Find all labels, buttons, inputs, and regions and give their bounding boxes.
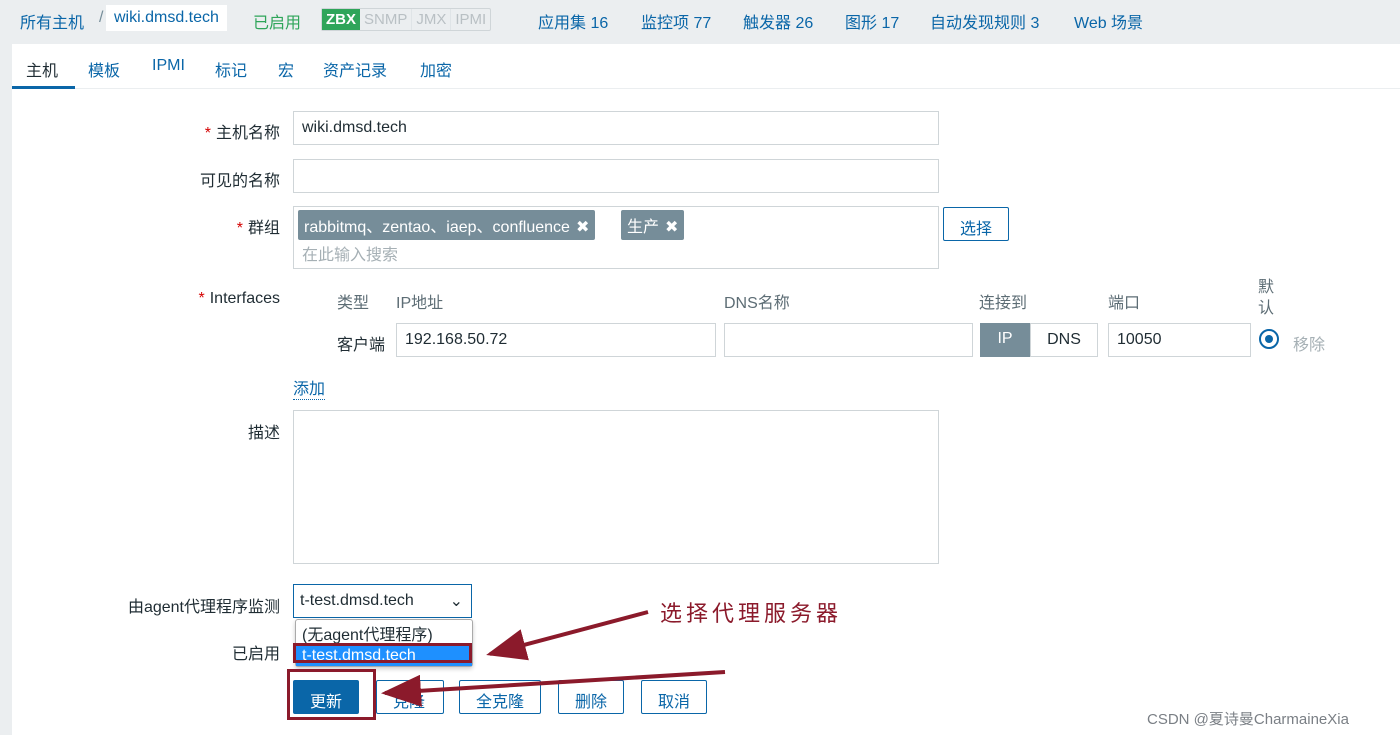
- visible-name-input[interactable]: [293, 159, 939, 193]
- availability-badges: ZBX SNMP JMX IPMI: [321, 8, 492, 31]
- remove-interface-link[interactable]: 移除: [1293, 331, 1325, 355]
- host-header-bar: 所有主机 / wiki.dmsd.tech 已启用 ZBX SNMP JMX IPMI…: [0, 0, 1400, 40]
- iface-port-input[interactable]: 10050: [1108, 323, 1251, 357]
- badge-zbx: ZBX: [322, 9, 360, 30]
- connect-ip-toggle[interactable]: IP: [980, 323, 1030, 357]
- group-tag: 生产 ✖: [621, 210, 685, 240]
- enabled-label: 已启用: [231, 646, 280, 663]
- default-interface-radio[interactable]: [1259, 329, 1279, 349]
- full-clone-button[interactable]: 全克隆: [459, 680, 542, 714]
- groups-multiselect[interactable]: rabbitmq、zentao、iaep、confluence ✖ 生产 ✖ 在此输…: [293, 206, 939, 269]
- description-label: 描述: [247, 425, 280, 442]
- remove-tag-icon[interactable]: ✖: [576, 219, 589, 236]
- link-discovery-rules[interactable]: 自动发现规则 3: [930, 9, 1039, 33]
- tab-bar: 主机 模板 IPMI 标记 宏 资产记录 加密: [12, 44, 1400, 89]
- remove-tag-icon[interactable]: ✖: [665, 219, 678, 236]
- group-tag: rabbitmq、zentao、iaep、confluence ✖: [298, 210, 596, 240]
- groups-search-input[interactable]: 在此输入搜索: [302, 241, 398, 265]
- tab-host[interactable]: 主机: [26, 57, 58, 81]
- proxy-label: 由agent代理程序监测: [127, 599, 280, 616]
- badge-jmx: JMX: [411, 9, 450, 30]
- breadcrumb-current-host[interactable]: wiki.dmsd.tech: [106, 5, 227, 31]
- active-tab-indicator: [12, 86, 75, 89]
- tab-encryption[interactable]: 加密: [420, 57, 452, 81]
- host-status-enabled[interactable]: 已启用: [253, 9, 301, 33]
- badge-ipmi: IPMI: [450, 9, 490, 30]
- delete-button[interactable]: 删除: [558, 680, 625, 714]
- description-textarea[interactable]: [293, 410, 939, 564]
- iface-header-type: 类型: [337, 295, 370, 312]
- link-graphs[interactable]: 图形 17: [845, 9, 899, 33]
- badge-snmp: SNMP: [364, 11, 408, 28]
- form-panel: [12, 44, 1400, 735]
- iface-header-port: 端口: [1108, 295, 1141, 312]
- breadcrumb-all-hosts[interactable]: 所有主机: [20, 9, 84, 33]
- iface-ip-input[interactable]: 192.168.50.72: [396, 323, 716, 357]
- host-name-input[interactable]: wiki.dmsd.tech: [293, 111, 939, 145]
- annotation-highlight-option: [293, 643, 472, 663]
- tab-templates[interactable]: 模板: [88, 57, 120, 81]
- connect-dns-toggle[interactable]: DNS: [1030, 323, 1098, 357]
- iface-header-connect: 连接到: [979, 295, 1028, 312]
- visible-name-label: 可见的名称: [199, 173, 280, 190]
- clone-button[interactable]: 克隆: [376, 680, 444, 714]
- proxy-select[interactable]: t-test.dmsd.tech ⌄: [293, 584, 472, 618]
- cancel-button[interactable]: 取消: [641, 680, 708, 714]
- select-groups-button[interactable]: 选择: [943, 207, 1010, 241]
- add-interface-link[interactable]: 添加: [293, 375, 326, 400]
- interfaces-label: * Interfaces: [198, 290, 281, 307]
- iface-type: 客户端: [337, 337, 386, 354]
- chevron-down-icon: ⌄: [449, 593, 463, 610]
- tab-ipmi[interactable]: IPMI: [152, 57, 185, 75]
- link-items[interactable]: 监控项 77: [641, 9, 711, 33]
- tab-inventory[interactable]: 资产记录: [323, 57, 387, 81]
- tab-macros[interactable]: 宏: [278, 57, 294, 81]
- iface-header-ip: IP地址: [396, 295, 444, 312]
- annotation-text: 选择代理服务器: [660, 602, 843, 627]
- iface-header-dns: DNS名称: [724, 295, 790, 312]
- groups-label: * 群组: [236, 220, 280, 237]
- tab-tags[interactable]: 标记: [215, 57, 247, 81]
- iface-header-default: 默认: [1258, 279, 1275, 317]
- link-applications[interactable]: 应用集 16: [538, 9, 608, 33]
- annotation-highlight-update: [287, 669, 376, 720]
- breadcrumb-separator: /: [99, 9, 104, 26]
- host-name-label: * 主机名称: [204, 125, 280, 142]
- link-triggers[interactable]: 触发器 26: [743, 9, 813, 33]
- link-web-scenarios[interactable]: Web 场景: [1074, 9, 1143, 33]
- iface-dns-input[interactable]: [724, 323, 973, 357]
- watermark: CSDN @夏诗曼CharmaineXia: [1147, 711, 1349, 728]
